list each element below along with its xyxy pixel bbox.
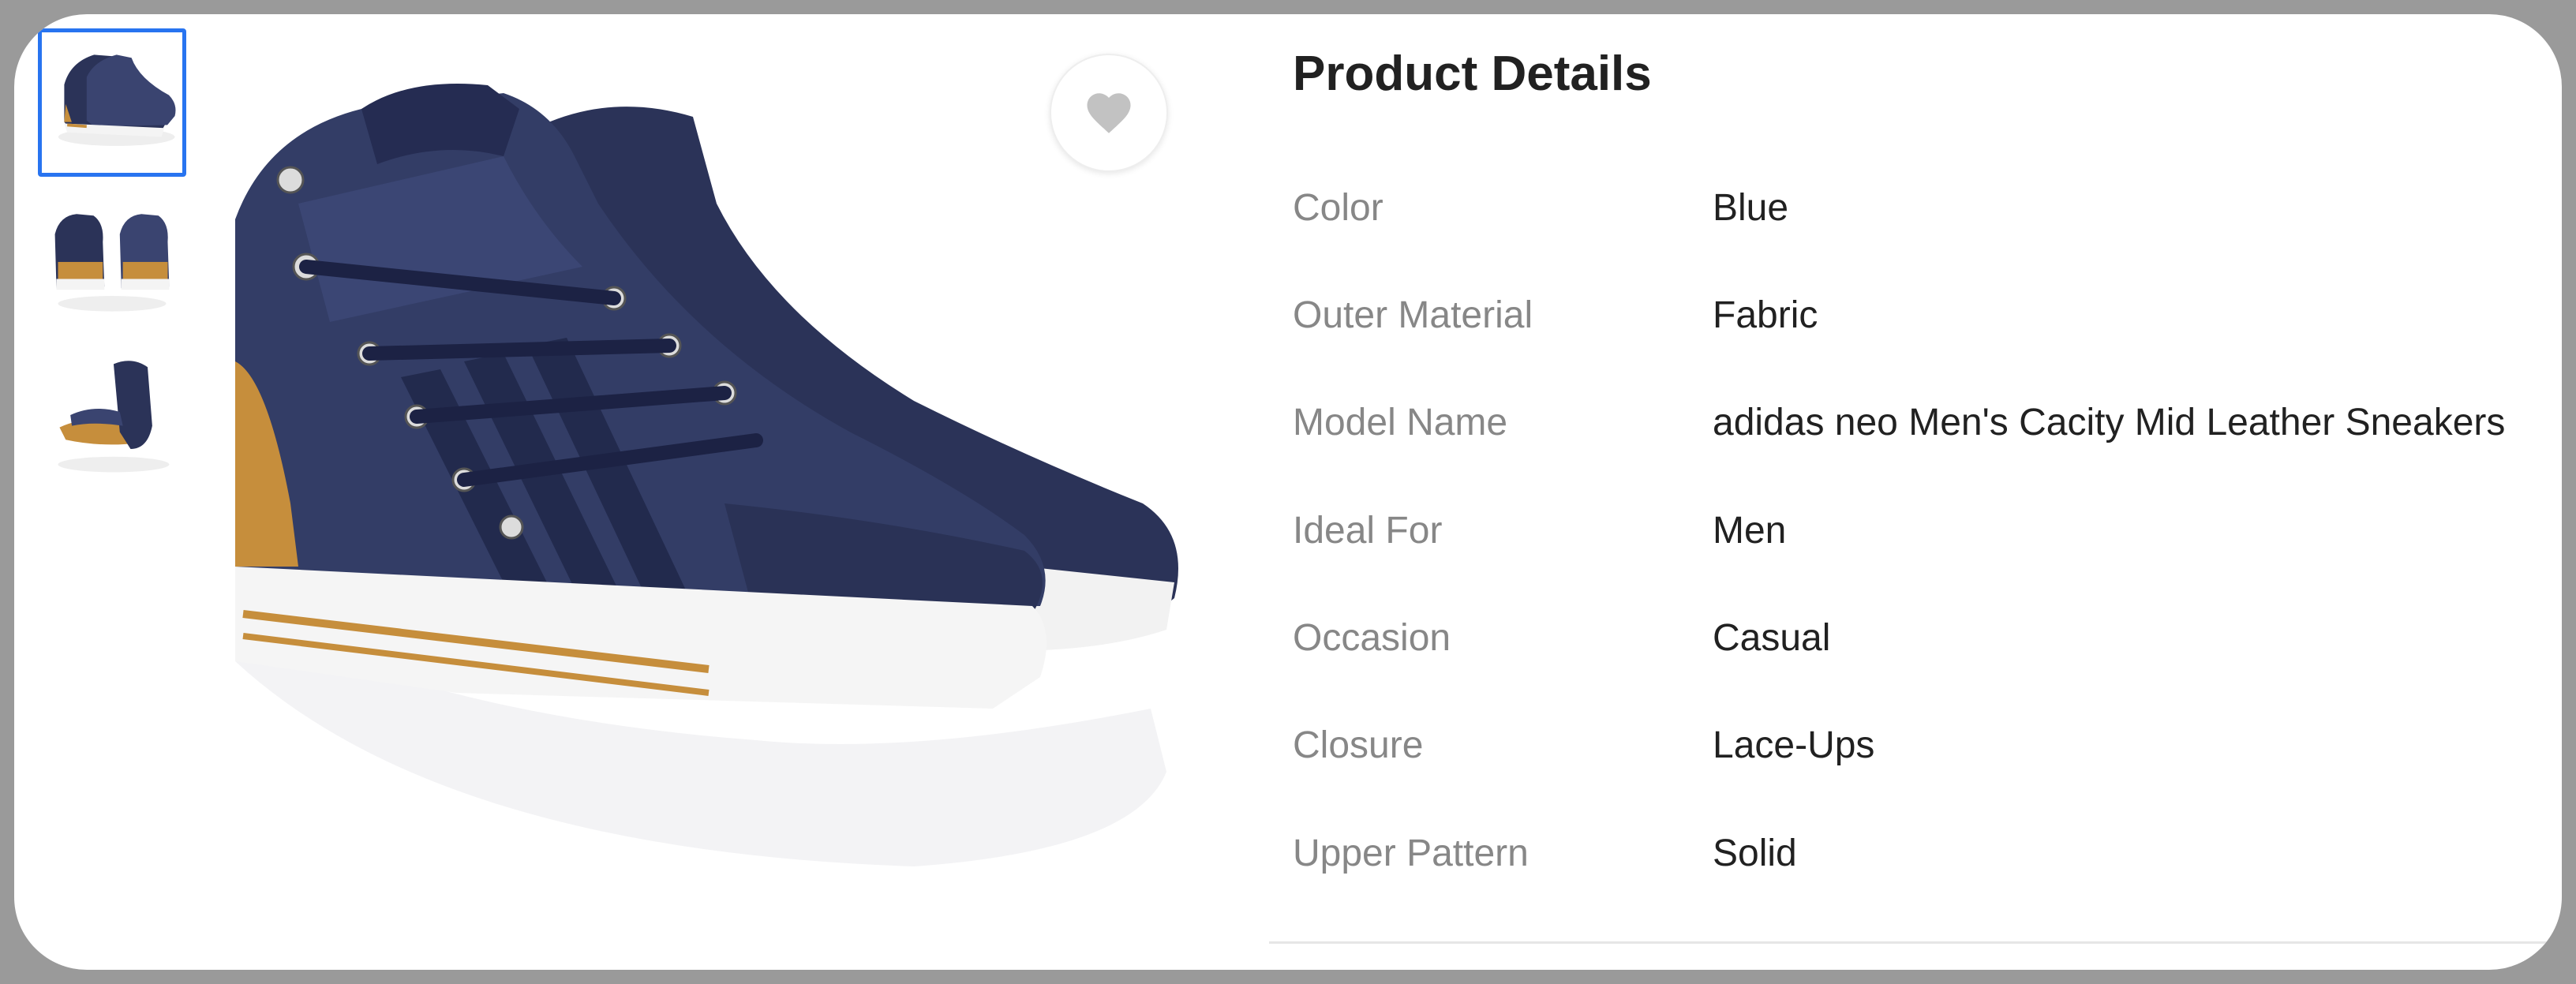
product-details-title: Product Details [1293,47,1652,101]
spec-value: adidas neo Men's Cacity Mid Leather Snea… [1713,402,2506,443]
spec-value: Lace-Ups [1713,724,1875,766]
spec-label: Model Name [1293,402,1508,443]
heart-icon [1087,93,1131,133]
thumbnail-3-image [58,361,170,473]
spec-value: Casual [1713,617,1831,659]
thumbnail-2[interactable] [38,186,186,335]
spec-label: Outer Material [1293,294,1533,336]
spec-value: Blue [1713,187,1789,229]
thumbnail-1[interactable] [38,28,186,177]
spec-label: Ideal For [1293,510,1443,552]
thumbnail-3[interactable] [38,339,186,488]
product-details-section: Product Details Color Blue Outer Materia… [1269,14,2555,970]
spec-value: Solid [1713,832,1797,874]
spec-row-color: Color Blue [1293,186,2555,249]
spec-row-outer-material: Outer Material Fabric [1293,294,2555,357]
spec-row-occasion: Occasion Casual [1293,616,2555,679]
spec-value: Men [1713,510,1787,552]
thumbnail-1-image [58,54,176,146]
spec-label: Occasion [1293,617,1451,659]
spec-label: Closure [1293,724,1424,766]
main-product-image[interactable] [204,62,1214,930]
spec-row-closure: Closure Lace-Ups [1293,724,2555,787]
spec-value: Fabric [1713,294,1818,336]
product-card: Product Details Color Blue Outer Materia… [14,14,2562,970]
section-divider [1269,941,2548,944]
spec-label: Upper Pattern [1293,832,1529,874]
wishlist-button[interactable] [1050,54,1168,172]
spec-row-ideal-for: Ideal For Men [1293,509,2555,572]
spec-label: Color [1293,187,1383,229]
spec-row-upper-pattern: Upper Pattern Solid [1293,832,2555,895]
spec-row-model-name: Model Name adidas neo Men's Cacity Mid L… [1293,401,2555,464]
sneaker-image [235,84,1178,866]
thumbnail-2-image [54,214,170,312]
